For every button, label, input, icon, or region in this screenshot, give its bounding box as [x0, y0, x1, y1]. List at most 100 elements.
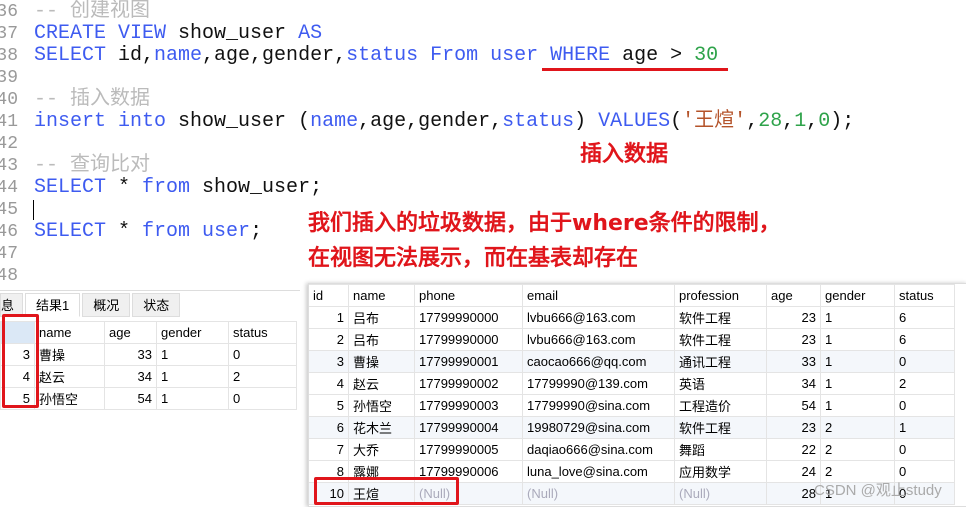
table-cell[interactable]: 0	[228, 343, 297, 366]
column-header[interactable]: gender	[820, 284, 895, 307]
table-cell[interactable]: 17799990003	[414, 394, 523, 417]
table-cell[interactable]: 舞蹈	[674, 438, 767, 461]
table-cell[interactable]: 1	[820, 306, 895, 329]
table-cell[interactable]: (Null)	[522, 482, 675, 505]
table-cell[interactable]: 6	[894, 306, 955, 329]
column-header[interactable]: name	[348, 284, 415, 307]
table-cell[interactable]: 2	[894, 372, 955, 395]
table-cell[interactable]: 54	[766, 394, 821, 417]
table-cell[interactable]: 17799990005	[414, 438, 523, 461]
table-row[interactable]: 3 曹操 33 1 0	[0, 343, 297, 366]
table-cell[interactable]: 54	[104, 387, 157, 410]
table-cell[interactable]: lvbu666@163.com	[522, 328, 675, 351]
table-cell[interactable]: 24	[766, 460, 821, 483]
column-header[interactable]: status	[228, 321, 297, 344]
table-cell[interactable]: 1	[309, 306, 349, 329]
table-row[interactable]: 4 赵云 17799990002 17799990@139.com 英语 34 1 2	[309, 372, 955, 395]
table-cell[interactable]: 2	[228, 365, 297, 388]
table-cell[interactable]: 曹操	[348, 350, 415, 373]
table-cell[interactable]: 曹操	[34, 343, 105, 366]
table-cell[interactable]: 1	[820, 372, 895, 395]
table-cell[interactable]: 赵云	[348, 372, 415, 395]
column-header[interactable]: name	[34, 321, 105, 344]
table-cell[interactable]: 6	[309, 416, 349, 439]
code-token: );	[830, 110, 855, 133]
table-cell[interactable]: 英语	[674, 372, 767, 395]
table-row[interactable]: 1 吕布 17799990000 lvbu666@163.com 软件工程 23 1 6	[309, 306, 955, 329]
table-cell[interactable]: 33	[104, 343, 157, 366]
column-header[interactable]: id	[309, 284, 349, 307]
table-cell[interactable]: 23	[766, 306, 821, 329]
table-cell[interactable]: 17799990002	[414, 372, 523, 395]
table-cell[interactable]: 17799990000	[414, 328, 523, 351]
column-header[interactable]: phone	[414, 284, 523, 307]
table-cell[interactable]: (Null)	[674, 482, 767, 505]
column-header[interactable]: profession	[674, 284, 767, 307]
table-row[interactable]: 5 孙悟空 54 1 0	[0, 387, 297, 410]
table-cell[interactable]: 1	[156, 387, 229, 410]
table-cell[interactable]: 1	[820, 350, 895, 373]
table-cell[interactable]: 2	[309, 328, 349, 351]
table-cell[interactable]: 19980729@sina.com	[522, 416, 675, 439]
code-token: ,	[782, 110, 795, 133]
table-cell[interactable]: 花木兰	[348, 416, 415, 439]
table-cell[interactable]: 2	[820, 416, 895, 439]
table-cell[interactable]: 4	[309, 372, 349, 395]
table-cell[interactable]: 孙悟空	[348, 394, 415, 417]
column-header[interactable]: age	[766, 284, 821, 307]
table-row[interactable]: 7 大乔 17799990005 daqiao666@sina.com 舞蹈 22 2 0	[309, 438, 955, 461]
table-cell[interactable]: 0	[228, 387, 297, 410]
table-cell[interactable]: 3	[309, 350, 349, 373]
table-cell[interactable]: 5	[309, 394, 349, 417]
table-cell[interactable]: 大乔	[348, 438, 415, 461]
table-row[interactable]: 3 曹操 17799990001 caocao666@qq.com 通讯工程 33 1 0	[309, 350, 955, 373]
table-cell[interactable]: 33	[766, 350, 821, 373]
table-row[interactable]: 6 花木兰 17799990004 19980729@sina.com 软件工程 23 2 1	[309, 416, 955, 439]
table-cell[interactable]: 工程造价	[674, 394, 767, 417]
table-cell[interactable]: 6	[894, 328, 955, 351]
table-cell[interactable]: 7	[309, 438, 349, 461]
table-cell[interactable]: caocao666@qq.com	[522, 350, 675, 373]
table-cell[interactable]: 1	[820, 394, 895, 417]
table-cell[interactable]: 1	[820, 328, 895, 351]
table-cell[interactable]: 1	[156, 365, 229, 388]
table-cell[interactable]: 1	[894, 416, 955, 439]
table-cell[interactable]: 2	[820, 438, 895, 461]
table-cell[interactable]: daqiao666@sina.com	[522, 438, 675, 461]
table-cell[interactable]: 0	[894, 394, 955, 417]
result-tab[interactable]: 状态	[132, 293, 181, 317]
table-cell[interactable]: 吕布	[348, 328, 415, 351]
table-cell[interactable]: 23	[766, 416, 821, 439]
column-header[interactable]: email	[522, 284, 675, 307]
table-cell[interactable]: 17799990@139.com	[522, 372, 675, 395]
table-cell[interactable]: 22	[766, 438, 821, 461]
table-cell[interactable]: 应用数学	[674, 460, 767, 483]
table-cell[interactable]: 赵云	[34, 365, 105, 388]
table-cell[interactable]: 吕布	[348, 306, 415, 329]
table-cell[interactable]: 0	[894, 438, 955, 461]
table-cell[interactable]: 0	[894, 350, 955, 373]
table-cell[interactable]: 软件工程	[674, 328, 767, 351]
table-cell[interactable]: 34	[766, 372, 821, 395]
table-cell[interactable]: lvbu666@163.com	[522, 306, 675, 329]
table-row[interactable]: 4 赵云 34 1 2	[0, 365, 297, 388]
table-row[interactable]: 2 吕布 17799990000 lvbu666@163.com 软件工程 23 1 6	[309, 328, 955, 351]
table-cell[interactable]: 17799990000	[414, 306, 523, 329]
table-row[interactable]: 5 孙悟空 17799990003 17799990@sina.com 工程造价 54 1 0	[309, 394, 955, 417]
table-cell[interactable]: 孙悟空	[34, 387, 105, 410]
table-cell[interactable]: 34	[104, 365, 157, 388]
column-header[interactable]: age	[104, 321, 157, 344]
table-cell[interactable]: 17799990@sina.com	[522, 394, 675, 417]
table-cell[interactable]: 软件工程	[674, 306, 767, 329]
result-tab[interactable]: 概况	[82, 293, 131, 317]
table-cell[interactable]: 通讯工程	[674, 350, 767, 373]
table-cell[interactable]: 软件工程	[674, 416, 767, 439]
table-cell[interactable]: luna_love@sina.com	[522, 460, 675, 483]
table-cell[interactable]: 28	[766, 482, 821, 505]
table-cell[interactable]: 1	[156, 343, 229, 366]
table-cell[interactable]: 17799990001	[414, 350, 523, 373]
table-cell[interactable]: 23	[766, 328, 821, 351]
column-header[interactable]: status	[894, 284, 955, 307]
column-header[interactable]: gender	[156, 321, 229, 344]
table-cell[interactable]: 17799990004	[414, 416, 523, 439]
